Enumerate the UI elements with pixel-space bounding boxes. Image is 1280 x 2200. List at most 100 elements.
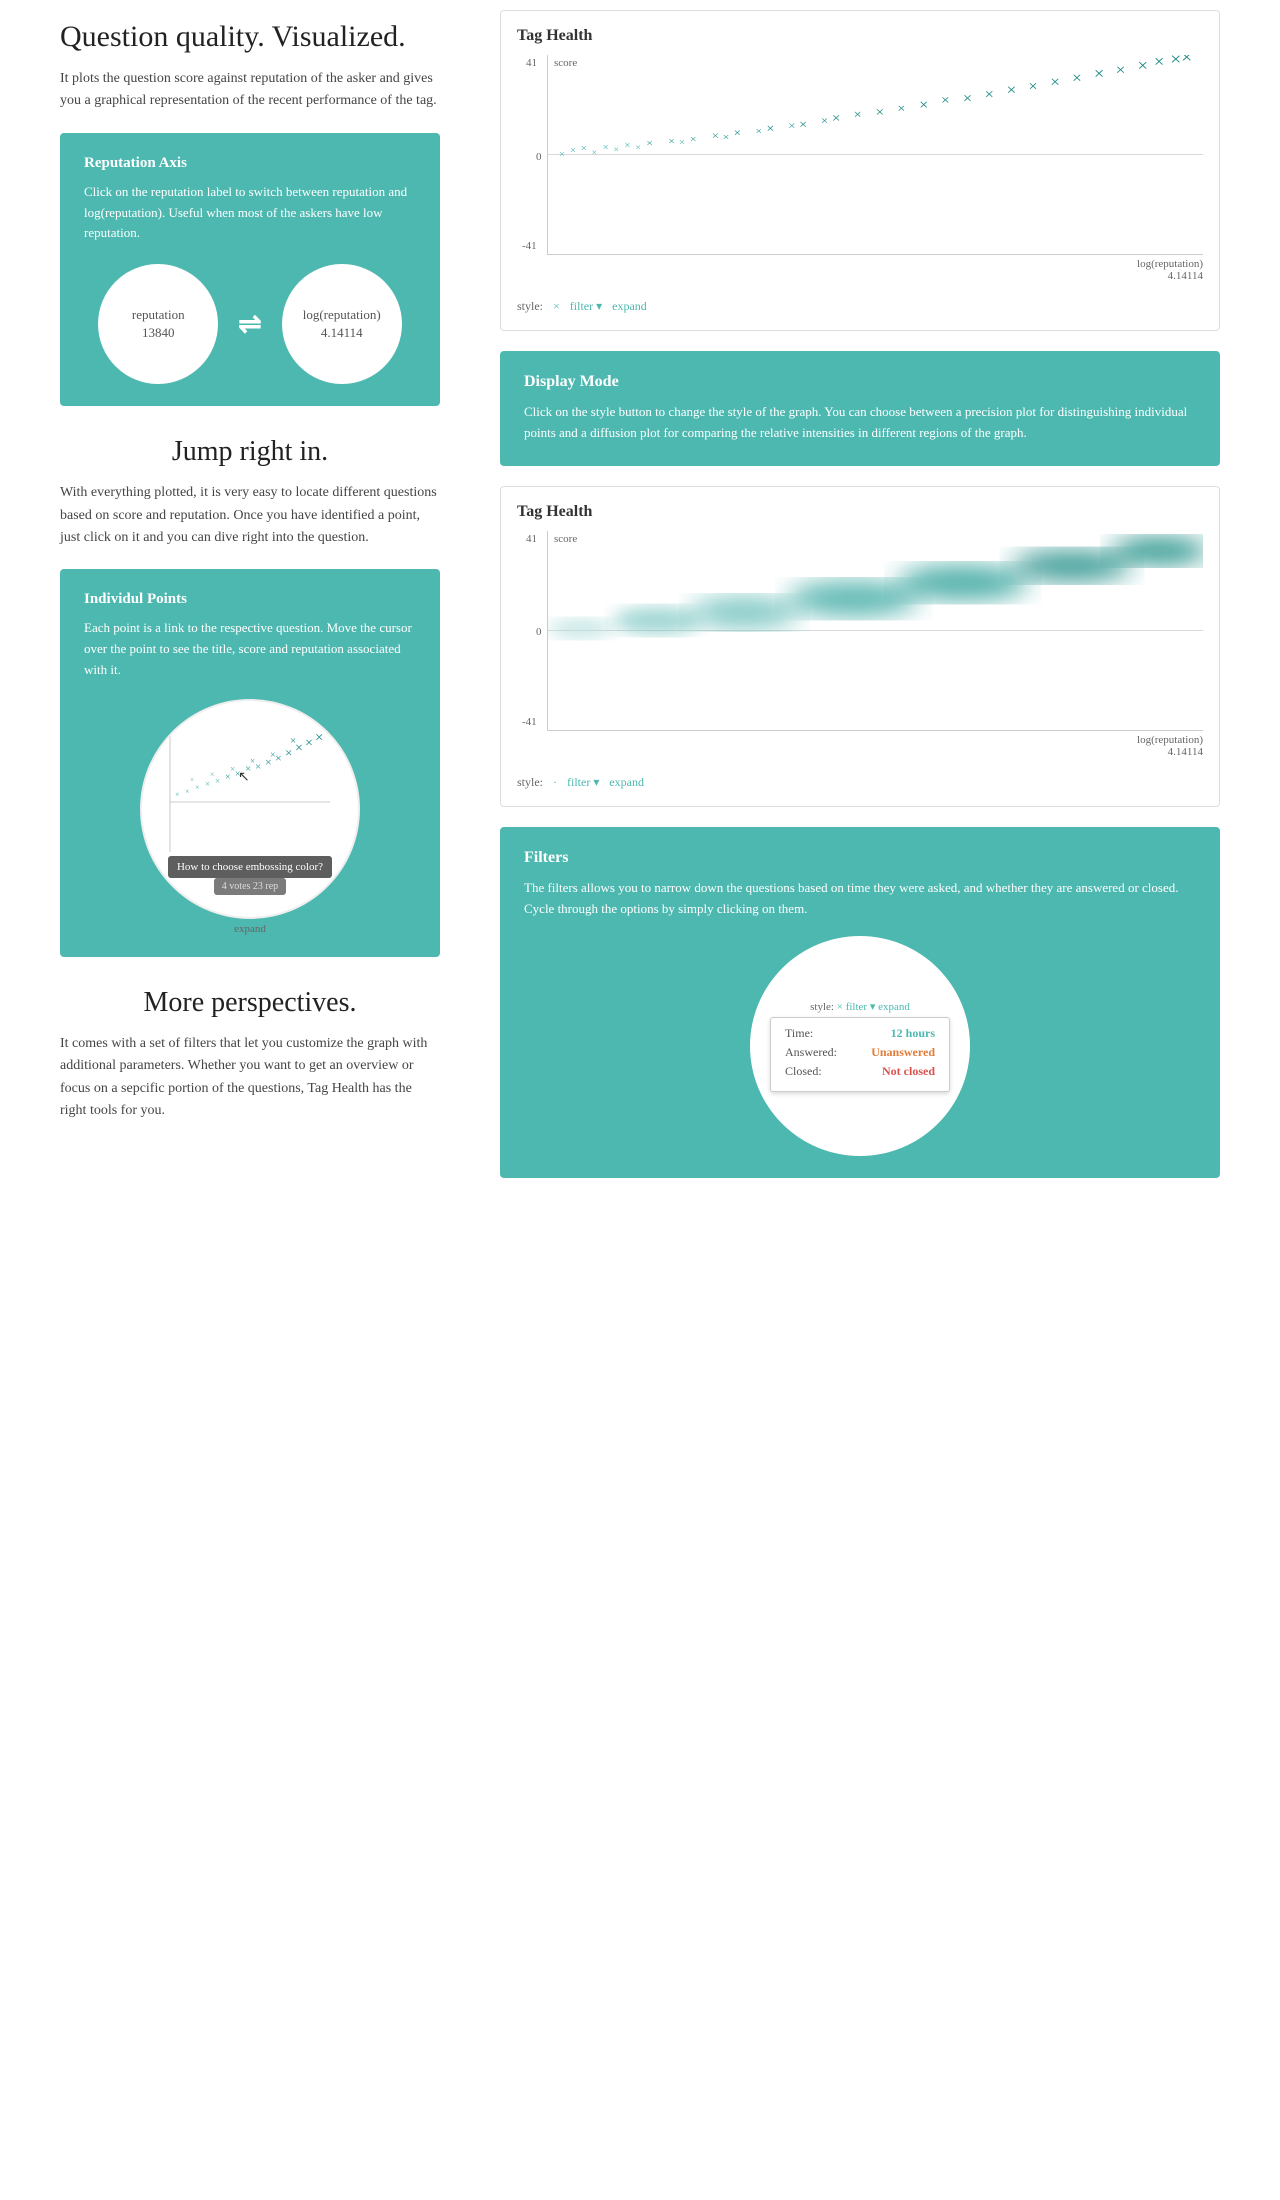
rep-axis-desc: Click on the reputation label to switch …: [84, 182, 416, 244]
filters-box: Filters The filters allows you to narrow…: [500, 827, 1220, 1178]
filter-answered-label: Answered:: [785, 1045, 837, 1060]
filters-mini-style[interactable]: ×: [837, 1001, 843, 1013]
switch-arrow-icon: ⇌: [238, 307, 261, 341]
chart1-title: Tag Health: [517, 27, 1203, 45]
chart2-filter-button[interactable]: filter ▾: [567, 775, 599, 790]
svg-text:×: ×: [305, 736, 313, 751]
svg-text:×: ×: [559, 150, 565, 160]
svg-text:×: ×: [799, 117, 807, 131]
svg-text:×: ×: [876, 105, 885, 120]
svg-text:×: ×: [690, 134, 697, 145]
svg-text:↖: ↖: [238, 770, 250, 785]
svg-text:×: ×: [290, 735, 296, 747]
filter-row-closed: Closed: Not closed: [785, 1064, 935, 1079]
filter-row-answered: Answered: Unanswered: [785, 1045, 935, 1060]
jump-text: With everything plotted, it is very easy…: [60, 482, 440, 549]
rep-circle-right[interactable]: log(reputation) 4.14114: [282, 264, 402, 384]
svg-text:×: ×: [250, 756, 255, 766]
chart1-0-label: 0: [536, 151, 542, 163]
svg-text:×: ×: [205, 779, 210, 789]
filter-closed-value[interactable]: Not closed: [882, 1064, 935, 1079]
svg-text:×: ×: [755, 126, 762, 137]
filters-circle-wrap: style: × filter ▾ expand Time: 12 hours …: [524, 936, 1196, 1156]
filters-mini-controls: style: × filter ▾ expand: [810, 1000, 910, 1013]
chart1-style-button[interactable]: ×: [553, 299, 560, 314]
chart2-style-button[interactable]: ·: [553, 775, 557, 790]
chart1-filter-button[interactable]: filter ▾: [570, 299, 602, 314]
svg-text:×: ×: [195, 783, 200, 792]
svg-text:×: ×: [285, 745, 292, 760]
svg-text:×: ×: [788, 119, 795, 132]
chart-box-2: Tag Health 41 score 0 -41 log(reputation…: [500, 486, 1220, 807]
svg-text:×: ×: [985, 86, 994, 102]
more-title: More perspectives.: [60, 987, 440, 1019]
svg-text:×: ×: [668, 136, 675, 147]
individual-points-box: Individul Points Each point is a link to…: [60, 569, 440, 956]
chart2-controls: style: · filter ▾ expand: [517, 775, 1203, 790]
chart1-expand-link[interactable]: expand: [612, 299, 647, 314]
svg-text:×: ×: [723, 132, 730, 143]
svg-text:×: ×: [275, 751, 282, 765]
filters-desc: The filters allows you to narrow down th…: [524, 877, 1196, 920]
chart2-expand-link[interactable]: expand: [609, 775, 644, 790]
svg-text:×: ×: [592, 149, 598, 159]
tooltip-demo: How to choose embossing color?: [168, 856, 332, 878]
chart2-0-label: 0: [536, 626, 542, 638]
individual-points-desc: Each point is a link to the respective q…: [84, 618, 416, 680]
svg-text:×: ×: [1154, 55, 1164, 71]
svg-text:×: ×: [734, 126, 741, 139]
svg-text:×: ×: [1072, 69, 1082, 87]
mini-scatter-svg: × × × × × × × × × × × × × × × × × × × ×: [160, 722, 340, 852]
svg-text:×: ×: [635, 144, 641, 154]
chart-box-1: Tag Health 41 score 0 -41 log(reputation…: [500, 10, 1220, 331]
jump-title: Jump right in.: [60, 436, 440, 468]
filters-demo-circle: style: × filter ▾ expand Time: 12 hours …: [750, 936, 970, 1156]
individual-points-title: Individul Points: [84, 591, 416, 608]
filter-closed-label: Closed:: [785, 1064, 822, 1079]
chart1-rep-label: log(reputation) 4.14114: [1137, 258, 1203, 282]
svg-text:×: ×: [1116, 61, 1126, 79]
svg-text:×: ×: [570, 146, 576, 156]
filters-title: Filters: [524, 849, 1196, 867]
svg-text:×: ×: [1007, 81, 1017, 99]
svg-text:×: ×: [821, 114, 828, 127]
svg-text:×: ×: [766, 121, 774, 135]
filters-mini-filter[interactable]: filter ▾: [846, 1001, 878, 1013]
chart1-controls: style: × filter ▾ expand: [517, 299, 1203, 314]
expand-label-points: expand: [84, 923, 416, 935]
chart1-score-label: score: [554, 57, 577, 69]
svg-text:×: ×: [1138, 56, 1148, 75]
tooltip-title: How to choose embossing color?: [177, 861, 323, 873]
svg-text:×: ×: [185, 787, 190, 796]
rep-value-2: 4.14114: [321, 324, 363, 342]
filters-mini-expand[interactable]: expand: [878, 1001, 910, 1013]
chart2-score-label: score: [554, 533, 577, 545]
filter-time-value[interactable]: 12 hours: [891, 1026, 935, 1041]
chart1-scatter: × × × × × × × × × × × × × × × × ×: [548, 55, 1203, 254]
svg-text:×: ×: [1028, 78, 1037, 94]
chart2-style-label: style:: [517, 775, 543, 790]
svg-text:×: ×: [854, 107, 862, 121]
filter-answered-value[interactable]: Unanswered: [871, 1045, 935, 1060]
svg-text:×: ×: [646, 138, 653, 149]
point-demo-circle: × × × × × × × × × × × × × × × × × × × ×: [140, 699, 360, 919]
rep-label-1: reputation: [132, 306, 185, 324]
rep-axis-title: Reputation Axis: [84, 155, 416, 172]
svg-text:×: ×: [581, 144, 587, 154]
tooltip-sub: 4 votes 23 rep: [214, 878, 286, 895]
reputation-axis-box: Reputation Axis Click on the reputation …: [60, 133, 440, 406]
chart1-area: 41 score 0 -41 log(reputation) 4.14114 ×…: [547, 55, 1203, 255]
svg-text:×: ×: [919, 97, 928, 113]
chart1-style-label: style:: [517, 299, 543, 314]
svg-text:×: ×: [175, 790, 180, 799]
rep-label-2: log(reputation): [303, 306, 381, 324]
jump-section: Jump right in. With everything plotted, …: [60, 436, 440, 549]
chart2-neg41-label: -41: [522, 716, 537, 728]
chart2-rep-label: log(reputation) 4.14114: [1137, 734, 1203, 758]
filter-row-time: Time: 12 hours: [785, 1026, 935, 1041]
svg-text:×: ×: [832, 111, 841, 126]
rep-circle-left[interactable]: reputation 13840: [98, 264, 218, 384]
display-mode-desc: Click on the style button to change the …: [524, 401, 1196, 444]
svg-text:×: ×: [1170, 55, 1181, 70]
chart2-area: 41 score 0 -41 log(reputation) 4.14114: [547, 531, 1203, 731]
